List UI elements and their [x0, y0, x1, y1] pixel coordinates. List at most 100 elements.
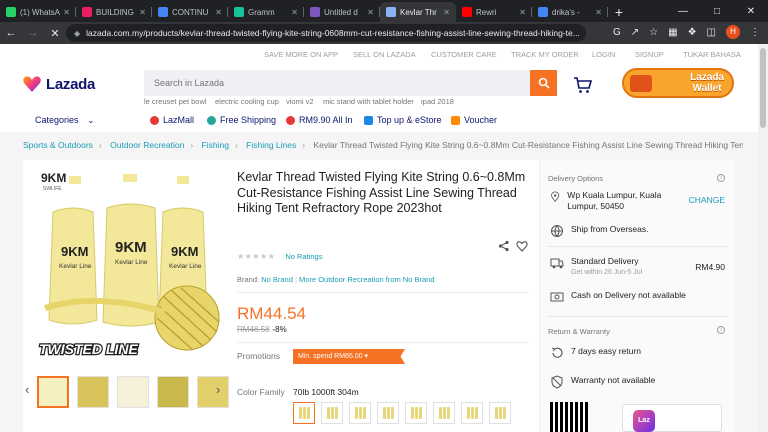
svg-text:TWISTED LINE: TWISTED LINE [39, 341, 138, 357]
url-bar[interactable]: ◆ lazada.com.my/products/kevlar-thread-t… [66, 24, 586, 42]
bookmark-star-icon[interactable]: ☆ [649, 27, 658, 38]
promotion-tag[interactable]: Min. spend RM65.00 ▾ [293, 349, 405, 364]
maximize-icon[interactable]: □ [700, 6, 734, 17]
close-tab-icon[interactable]: ✕ [443, 8, 450, 17]
chevron-left-icon[interactable]: ‹ [25, 382, 29, 397]
lazada-app-badge[interactable]: Laz [622, 404, 722, 432]
search-keyword[interactable]: electric cooling cup [215, 97, 279, 106]
tukar-bahasa-link[interactable]: TUKAR BAHASA [683, 50, 741, 59]
ship-from: Ship from Overseas. [550, 224, 648, 238]
track-my-order-link[interactable]: TRACK MY ORDER [511, 50, 579, 59]
customer-care-link[interactable]: CUSTOMER CARE [431, 50, 497, 59]
categories-dropdown[interactable]: Categories ⌄ [35, 115, 95, 126]
new-tab-button[interactable]: + [608, 2, 630, 22]
close-tab-icon[interactable]: ✕ [139, 8, 146, 17]
minimize-icon[interactable]: — [666, 6, 700, 17]
close-tab-icon[interactable]: ✕ [519, 8, 526, 17]
lazada-logo[interactable]: Lazada [22, 74, 95, 94]
search-keyword[interactable]: mic stand with tablet holder [323, 97, 414, 106]
search-keyword[interactable]: ipad 2018 [421, 97, 454, 106]
breadcrumb-link[interactable]: Outdoor Recreation [110, 140, 184, 150]
color-swatch[interactable] [433, 402, 455, 424]
signup-link[interactable]: SIGNUP [635, 50, 664, 59]
scrollbar-thumb[interactable] [760, 48, 766, 128]
nav-rm990-all-in[interactable]: RM9.90 All In [286, 115, 353, 125]
close-tab-icon[interactable]: ✕ [595, 8, 602, 17]
forward-icon[interactable]: → [22, 27, 44, 39]
lock-icon[interactable]: ◆ [74, 29, 80, 38]
info-icon[interactable]: i [717, 174, 725, 182]
back-icon[interactable]: ← [0, 27, 22, 39]
color-swatch[interactable] [489, 402, 511, 424]
browser-tab[interactable]: Kevlar Thr ✕ [380, 2, 456, 22]
breadcrumb-link[interactable]: Fishing Lines [246, 140, 296, 150]
browser-tab[interactable]: Untitled d ✕ [304, 2, 380, 22]
thumbnail[interactable] [197, 376, 229, 408]
close-tab-icon[interactable]: ✕ [215, 8, 222, 17]
tab-favicon-icon [158, 7, 168, 17]
logo-text: Lazada [46, 75, 96, 93]
close-tab-icon[interactable]: ✕ [291, 8, 298, 17]
brand-row: Brand: No Brand | More Outdoor Recreatio… [237, 275, 435, 284]
nav-free-shipping[interactable]: Free Shipping [207, 115, 276, 125]
browser-tab[interactable]: BUILDING ✕ [76, 2, 152, 22]
close-tab-icon[interactable]: ✕ [367, 8, 374, 17]
color-swatch[interactable] [321, 402, 343, 424]
menu-icon[interactable]: ⋮ [750, 27, 760, 38]
share-icon[interactable] [498, 240, 510, 252]
color-swatch[interactable] [377, 402, 399, 424]
thumbnail[interactable] [77, 376, 109, 408]
extension-icon[interactable]: ▦ [668, 27, 677, 38]
globe-icon [551, 225, 563, 237]
thumbnail[interactable] [157, 376, 189, 408]
nav-top-up-estore[interactable]: Top up & eStore [364, 115, 442, 125]
save-more-on-app-link[interactable]: SAVE MORE ON APP [264, 50, 338, 59]
sidebar-icon[interactable]: ◫ [707, 27, 716, 38]
color-swatch[interactable] [461, 402, 483, 424]
discount-badge: -8% [272, 325, 287, 334]
close-icon[interactable]: ✕ [44, 27, 66, 40]
thumbnail[interactable] [37, 376, 69, 408]
browser-tab[interactable]: Rewri ✕ [456, 2, 532, 22]
ratings-link[interactable]: No Ratings [285, 252, 322, 261]
scrollbar[interactable] [758, 44, 768, 432]
standard-delivery: Standard Delivery Get within 26 Jun-5 Jul [550, 256, 642, 276]
browser-tab[interactable]: drika's - ✕ [532, 2, 608, 22]
search-keyword[interactable]: le creuset pet bowl [144, 97, 207, 106]
search-button[interactable] [530, 70, 557, 96]
browser-tab[interactable]: CONTINU ✕ [152, 2, 228, 22]
search-keyword[interactable]: viomi v2 [286, 97, 314, 106]
breadcrumb-link[interactable]: Fishing [202, 140, 229, 150]
svg-text:Kevlar Line: Kevlar Line [169, 263, 202, 270]
color-swatch[interactable] [405, 402, 427, 424]
nav-voucher[interactable]: Voucher [451, 115, 497, 125]
color-swatch[interactable] [293, 402, 315, 424]
close-window-icon[interactable]: ✕ [734, 6, 768, 17]
category-nav: Categories ⌄ LazMall Free Shipping RM9.9… [0, 110, 768, 132]
info-icon[interactable]: i [717, 326, 725, 334]
chevron-right-icon[interactable]: › [216, 382, 220, 397]
change-location-button[interactable]: CHANGE [689, 195, 725, 205]
search-input[interactable]: Search in Lazada [144, 70, 530, 96]
google-icon[interactable]: G [613, 27, 621, 38]
color-swatch[interactable] [349, 402, 371, 424]
close-tab-icon[interactable]: ✕ [63, 8, 70, 17]
profile-avatar[interactable]: H [726, 25, 740, 39]
wishlist-heart-icon[interactable] [516, 240, 528, 252]
extensions-puzzle-icon[interactable]: ❖ [688, 27, 697, 38]
cart-icon[interactable] [573, 76, 593, 94]
browser-tab[interactable]: (1) WhatsA ✕ [0, 2, 76, 22]
breadcrumb-link[interactable]: Sports & Outdoors [23, 140, 93, 150]
tab-title: Kevlar Thr [400, 7, 437, 17]
product-main-image[interactable]: 9KM 9KM 9KM Kevlar Line Kevlar Line Kevl… [35, 171, 221, 360]
browser-tab[interactable]: Gramm ✕ [228, 2, 304, 22]
sell-on-lazada-link[interactable]: SELL ON LAZADA [353, 50, 416, 59]
login-link[interactable]: LOGIN [592, 50, 615, 59]
share-icon[interactable]: ↗ [631, 27, 639, 38]
nav-lazmall[interactable]: LazMall [150, 115, 194, 125]
tab-favicon-icon [6, 7, 16, 17]
brand-link[interactable]: No Brand [261, 275, 293, 284]
lazada-wallet-banner[interactable]: Lazada Wallet [622, 68, 734, 98]
thumbnail[interactable] [117, 376, 149, 408]
more-from-brand-link[interactable]: More Outdoor Recreation from No Brand [299, 275, 434, 284]
